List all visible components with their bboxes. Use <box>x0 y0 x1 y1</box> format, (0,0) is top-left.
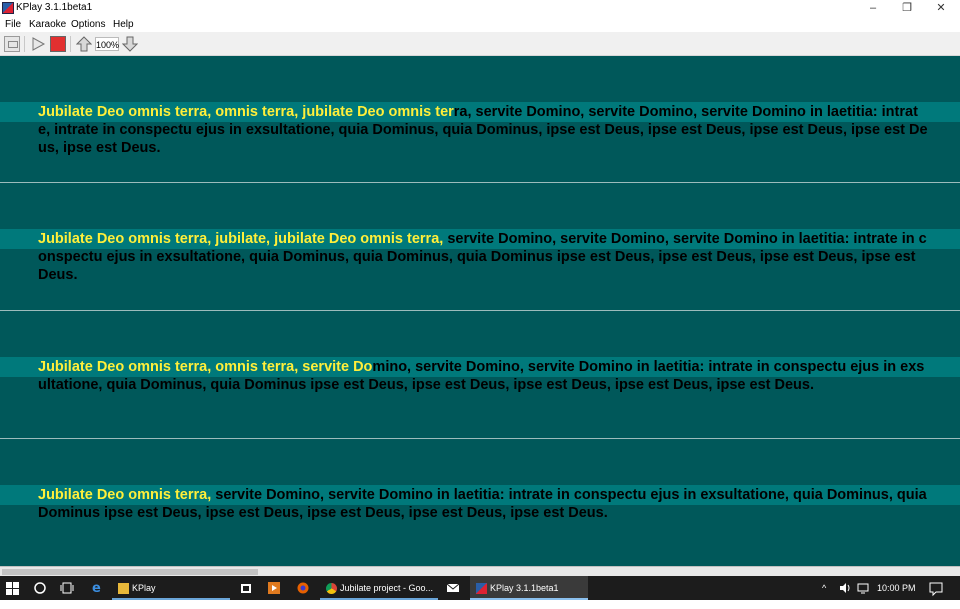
windows-taskbar: e KPlay Jubilate project - Goo... KPlay … <box>0 576 960 600</box>
folder-icon <box>118 583 129 595</box>
toolbar-separator <box>70 36 71 52</box>
lyric-line-4: Jubilate Deo omnis terra, servite Domino… <box>38 486 928 522</box>
window-title: KPlay 3.1.1beta1 <box>16 2 93 13</box>
action-center-icon[interactable] <box>929 576 943 600</box>
stop-icon[interactable] <box>50 36 66 52</box>
show-hidden-icons-chevron[interactable]: ^ <box>822 576 826 600</box>
kplay-icon <box>476 583 487 595</box>
menu-bar: File Karaoke Options Help <box>0 17 960 32</box>
open-file-icon[interactable] <box>4 36 20 52</box>
zoom-level: 100% <box>95 37 119 51</box>
toolbar-separator <box>24 36 25 52</box>
kplay-app-icon <box>2 2 14 14</box>
cortana-search-icon[interactable] <box>33 576 47 600</box>
chrome-icon <box>326 583 337 595</box>
scrollbar-thumb[interactable] <box>2 569 258 575</box>
lyric-line-1: Jubilate Deo omnis terra, omnis terra, j… <box>38 103 928 157</box>
task-view-icon[interactable] <box>60 576 74 600</box>
lyrics-display: Jubilate Deo omnis terra, omnis terra, j… <box>0 56 960 566</box>
menu-options[interactable]: Options <box>71 18 105 31</box>
taskbar-kplay-window[interactable]: KPlay 3.1.1beta1 <box>470 576 588 600</box>
play-icon[interactable] <box>30 36 46 52</box>
menu-file[interactable]: File <box>5 18 21 31</box>
svg-text:e: e <box>92 581 101 596</box>
media-player-icon[interactable] <box>268 576 280 600</box>
firefox-icon[interactable] <box>297 576 309 600</box>
taskbar-chrome-window[interactable]: Jubilate project - Goo... <box>320 576 438 600</box>
lyric-line-3: Jubilate Deo omnis terra, omnis terra, s… <box>38 358 928 394</box>
toolbar: 100% <box>0 32 960 56</box>
horizontal-scrollbar[interactable] <box>0 566 960 576</box>
store-icon[interactable] <box>240 576 252 600</box>
menu-help[interactable]: Help <box>113 18 134 31</box>
sung-text: Jubilate Deo omnis terra, jubilate, jubi… <box>38 231 448 247</box>
network-icon[interactable] <box>857 576 870 600</box>
close-button[interactable]: ✕ <box>924 0 958 17</box>
lyric-panel-4: Jubilate Deo omnis terra, servite Domino… <box>0 440 960 567</box>
edge-browser-icon[interactable]: e <box>91 576 105 600</box>
menu-karaoke[interactable]: Karaoke <box>29 18 66 31</box>
sung-text: Jubilate Deo omnis terra, <box>38 487 216 503</box>
minimize-button[interactable]: – <box>856 0 890 17</box>
taskbar-kplay-explorer[interactable]: KPlay <box>112 576 230 600</box>
zoom-out-arrow-down-icon[interactable] <box>122 36 138 52</box>
windows-start-icon[interactable] <box>6 576 20 600</box>
restore-button[interactable]: ❐ <box>890 0 924 17</box>
zoom-in-arrow-up-icon[interactable] <box>76 36 92 52</box>
sung-text: Jubilate Deo omnis terra, omnis terra, j… <box>38 104 454 120</box>
sung-text: Jubilate Deo omnis terra, omnis terra, s… <box>38 359 373 375</box>
lyric-panel-2: Jubilate Deo omnis terra, jubilate, jubi… <box>0 184 960 311</box>
lyric-panel-1: Jubilate Deo omnis terra, omnis terra, j… <box>0 56 960 183</box>
mail-icon[interactable] <box>446 576 460 600</box>
clock-time[interactable]: 10:00 PM <box>877 576 916 600</box>
speaker-icon[interactable] <box>839 576 851 600</box>
lyric-panel-3: Jubilate Deo omnis terra, omnis terra, s… <box>0 312 960 439</box>
title-bar: KPlay 3.1.1beta1 – ❐ ✕ <box>0 0 960 17</box>
lyric-line-2: Jubilate Deo omnis terra, jubilate, jubi… <box>38 230 928 284</box>
